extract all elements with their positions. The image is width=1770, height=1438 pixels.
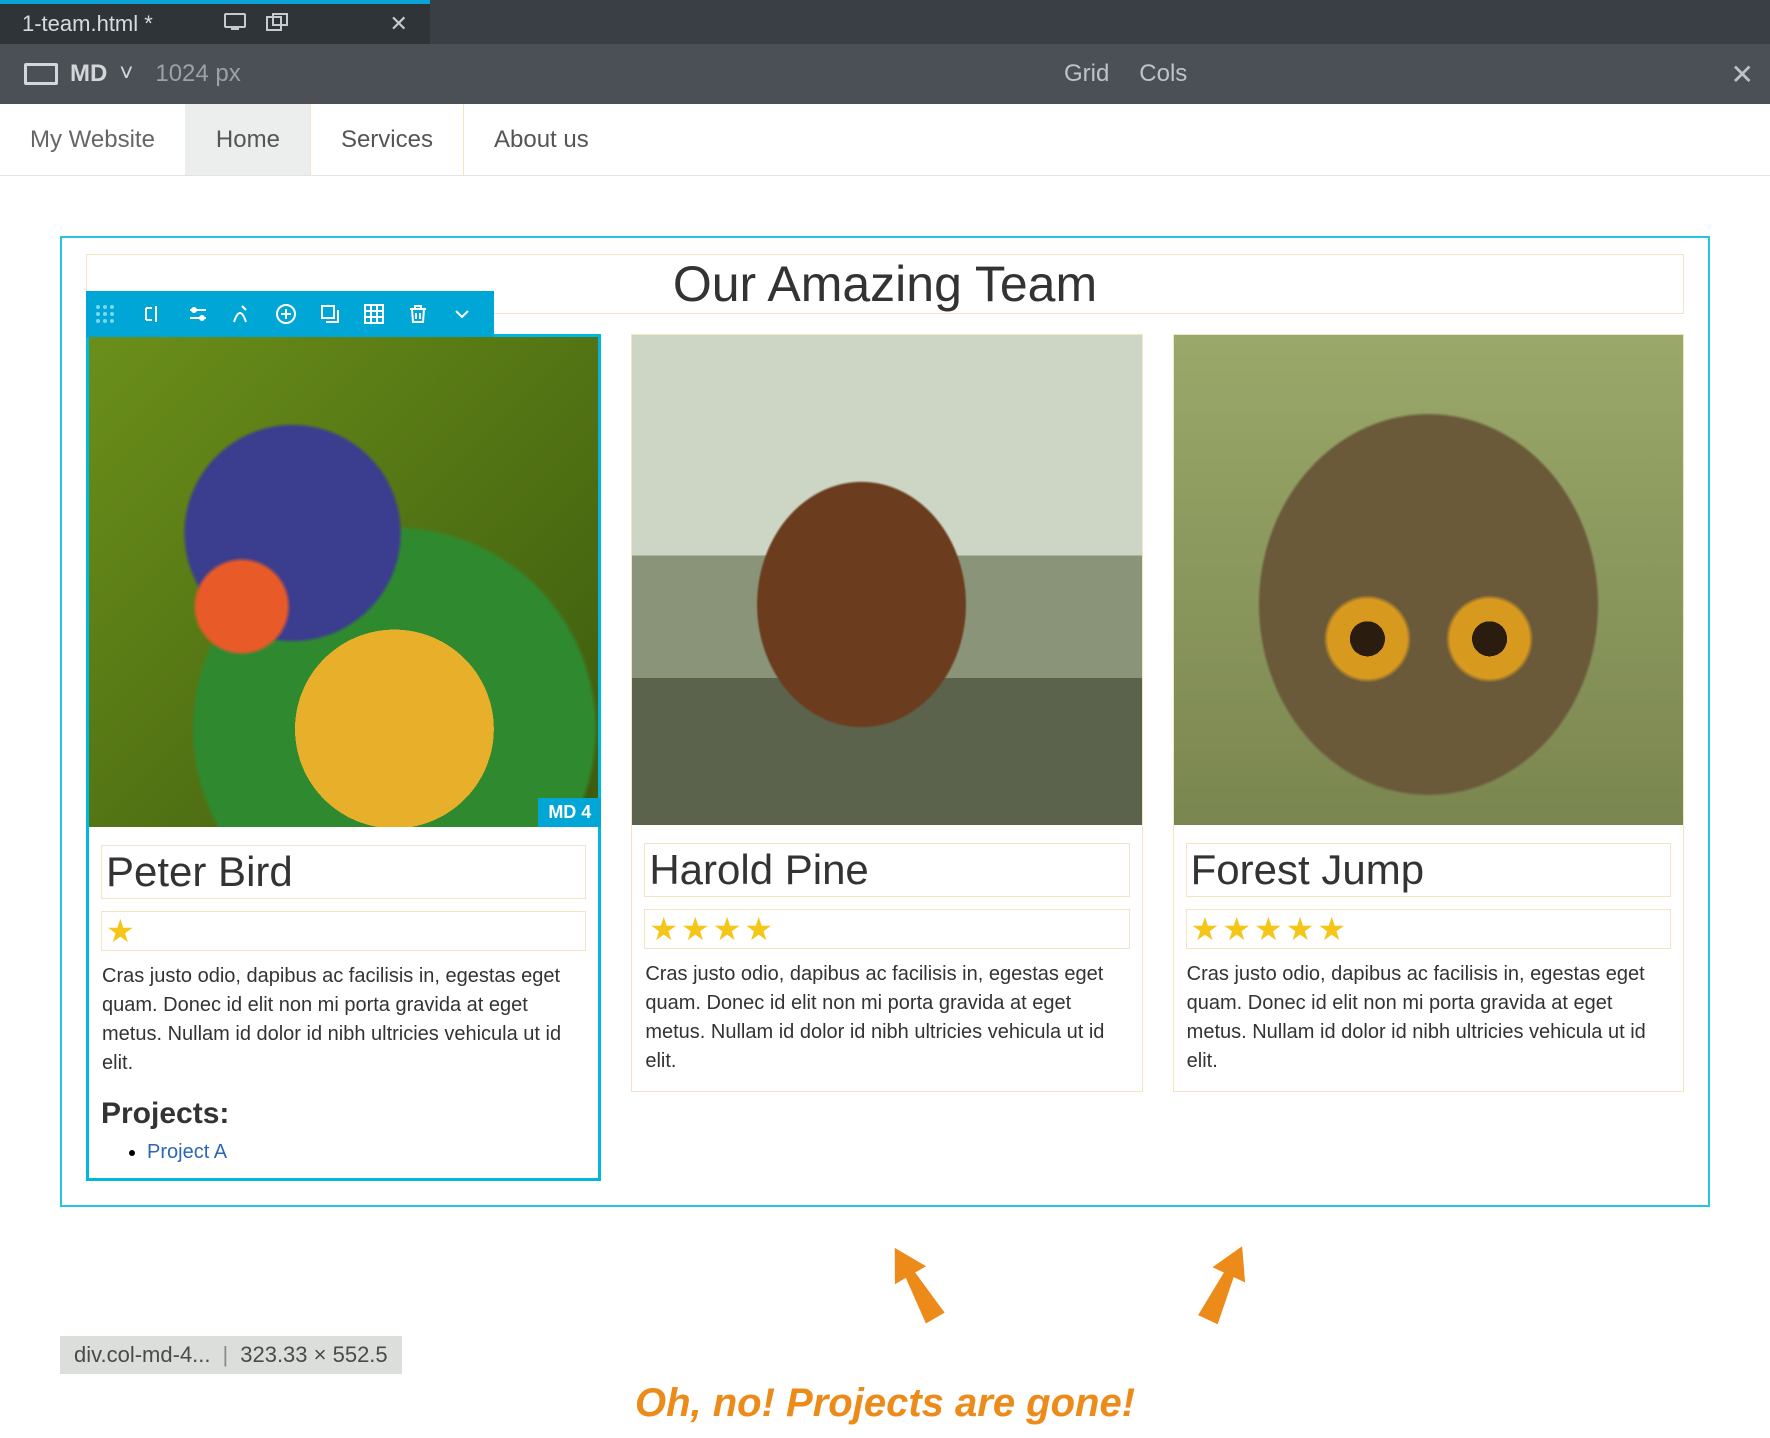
selection-statusbar: div.col-md-4... | 323.33 × 552.5 xyxy=(60,1336,402,1374)
member-photo[interactable] xyxy=(89,337,598,827)
edit-text-icon[interactable] xyxy=(132,292,176,336)
selector-path: div.col-md-4... xyxy=(74,1342,211,1368)
file-tab[interactable]: 1-team.html * ✕ xyxy=(0,0,430,44)
projects-list: Project A xyxy=(101,1141,586,1164)
separator: | xyxy=(223,1342,229,1368)
delete-trash-icon[interactable] xyxy=(396,292,440,336)
toggle-cols[interactable]: Cols xyxy=(1139,60,1187,88)
viewport-toolbar: MD ˅ 1024 px Grid Cols ✕ xyxy=(0,44,1770,104)
tab-filename: 1-team.html * xyxy=(22,11,153,37)
team-row: MD 4 Peter Bird ★ Cras justo odio, dapib… xyxy=(86,334,1684,1181)
close-tab-icon[interactable]: ✕ xyxy=(390,13,408,35)
more-chevron-icon[interactable] xyxy=(440,292,484,336)
nav-home[interactable]: Home xyxy=(185,104,310,175)
team-section[interactable]: Our Amazing Team xyxy=(60,236,1710,1207)
layout-grid-icon[interactable] xyxy=(352,292,396,336)
annotation-text: Oh, no! Projects are gone! xyxy=(635,1381,1135,1426)
preview-popout-icon[interactable] xyxy=(266,13,288,35)
team-card[interactable]: MD 4 Peter Bird ★ Cras justo odio, dapib… xyxy=(86,334,601,1181)
star-rating[interactable]: ★★★★ xyxy=(644,909,1129,949)
editor-tabstrip: 1-team.html * ✕ xyxy=(0,0,1770,44)
member-name[interactable]: Harold Pine xyxy=(644,843,1129,897)
team-card[interactable]: Harold Pine ★★★★ Cras justo odio, dapibu… xyxy=(631,334,1142,1092)
annotation-callout: Oh, no! Projects are gone! xyxy=(635,1381,1135,1426)
annotation-arrow-icon xyxy=(1156,1219,1294,1347)
nav-services[interactable]: Services xyxy=(310,104,463,175)
annotation-arrow-icon xyxy=(845,1217,985,1350)
star-rating[interactable]: ★ xyxy=(101,911,586,951)
close-panel-icon[interactable]: ✕ xyxy=(1731,58,1770,91)
site-navbar: My Website Home Services About us xyxy=(0,104,1770,176)
chevron-down-icon[interactable]: ˅ xyxy=(119,60,133,88)
toggle-grid[interactable]: Grid xyxy=(1064,60,1109,88)
settings-sliders-icon[interactable] xyxy=(176,292,220,336)
member-bio[interactable]: Cras justo odio, dapibus ac facilisis in… xyxy=(1186,959,1671,1077)
design-canvas[interactable]: My Website Home Services About us Our Am… xyxy=(0,104,1770,1207)
nav-about[interactable]: About us xyxy=(463,104,619,175)
member-bio[interactable]: Cras justo odio, dapibus ac facilisis in… xyxy=(644,959,1129,1077)
paint-style-icon[interactable] xyxy=(220,292,264,336)
team-card[interactable]: Forest Jump ★★★★★ Cras justo odio, dapib… xyxy=(1173,334,1684,1092)
member-photo[interactable] xyxy=(632,335,1141,825)
column-size-badge: MD 4 xyxy=(538,798,601,827)
member-name[interactable]: Peter Bird xyxy=(101,845,586,899)
viewport-width-label: 1024 px xyxy=(155,60,240,88)
device-icon[interactable] xyxy=(24,63,58,85)
selection-toolbar[interactable] xyxy=(86,291,494,337)
drag-grip-icon[interactable] xyxy=(96,305,122,323)
brand[interactable]: My Website xyxy=(0,104,185,175)
member-name[interactable]: Forest Jump xyxy=(1186,843,1671,897)
member-bio[interactable]: Cras justo odio, dapibus ac facilisis in… xyxy=(101,961,586,1079)
preview-desktop-icon[interactable] xyxy=(224,13,246,35)
star-rating[interactable]: ★★★★★ xyxy=(1186,909,1671,949)
projects-heading[interactable]: Projects: xyxy=(101,1097,586,1131)
member-photo[interactable] xyxy=(1174,335,1683,825)
selection-dimensions: 323.33 × 552.5 xyxy=(240,1342,387,1368)
list-item: Project A xyxy=(147,1141,586,1164)
breakpoint-label[interactable]: MD xyxy=(70,60,107,88)
duplicate-icon[interactable] xyxy=(308,292,352,336)
project-link[interactable]: Project A xyxy=(147,1141,227,1163)
add-element-icon[interactable] xyxy=(264,292,308,336)
